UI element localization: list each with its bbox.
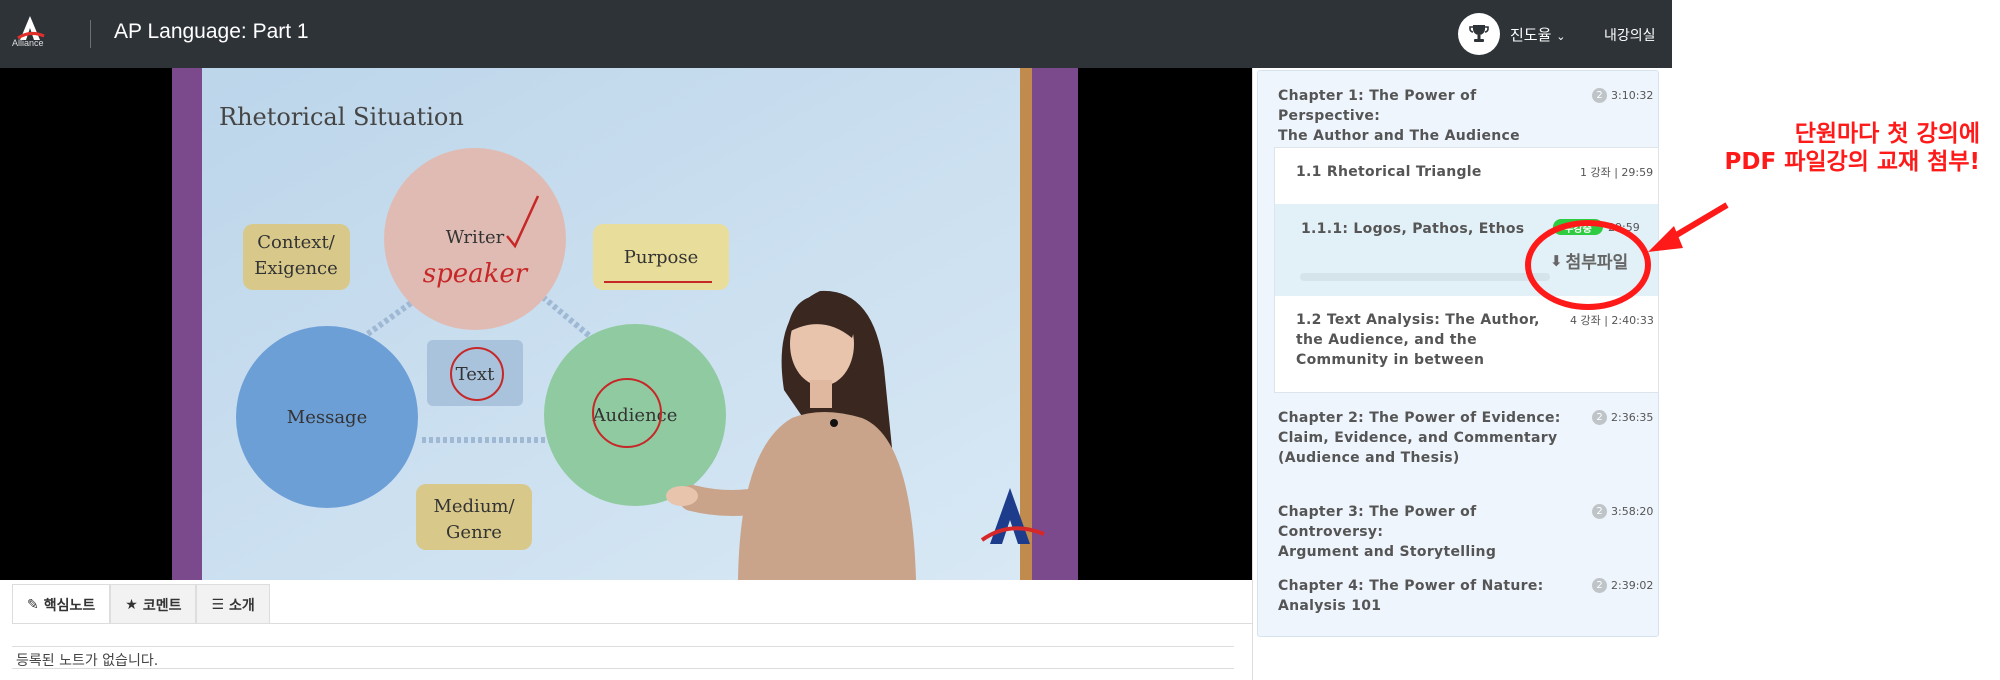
star-icon: ★ [125, 596, 138, 613]
chapter-2-duration: 2:36:35 [1611, 411, 1654, 424]
exigence-label: Exigence [254, 258, 338, 279]
section-1-1-title[interactable]: 1.1 Rhetorical Triangle [1296, 162, 1482, 182]
annotation-line-1: 단원마다 첫 강의에 [1794, 121, 1980, 147]
tab-key-notes-label: 핵심노트 [43, 597, 96, 614]
frame-edge [1020, 68, 1032, 580]
lesson-1-1-1-title[interactable]: 1.1.1: Logos, Pathos, Ethos [1301, 219, 1524, 239]
chapter-2-meta: 2 2:36:35 [1592, 410, 1653, 425]
list-icon: ☰ [211, 596, 225, 613]
video-player[interactable]: Rhetorical Situation Writer speaker Cont… [0, 68, 1252, 580]
annotation-callout: 단원마다 첫 강의에 PDF 파일강의 교재 첨부! [1600, 120, 1980, 176]
lesson-status-badge: 수강중 [1553, 219, 1603, 235]
header-divider [90, 20, 91, 48]
tab-comments-label: 코멘트 [142, 597, 182, 614]
lecture-count-badge: 2 [1592, 410, 1607, 425]
medium-label: Medium/ [433, 496, 515, 517]
lesson-1-1-1-duration: 29:59 [1608, 221, 1640, 234]
tab-key-notes[interactable]: ✎ 핵심노트 [12, 584, 111, 624]
course-title: AP Language: Part 1 [114, 20, 309, 43]
text-label: Text [456, 364, 495, 385]
slide-title: Rhetorical Situation [219, 103, 464, 131]
chapter-3-meta: 2 3:58:20 [1592, 504, 1653, 519]
tab-comments[interactable]: ★ 코멘트 [110, 584, 197, 624]
progress-label: 진도율 [1510, 26, 1552, 44]
app-root: Alliance AP Language: Part 1 진도율 ⌄ 내강의실 [0, 0, 2000, 680]
attachment-label: 첨부파일 [1565, 253, 1629, 273]
chapter-4-title[interactable]: Chapter 4: The Power of Nature: Analysis… [1278, 576, 1578, 616]
notes-divider-bottom [12, 668, 1234, 669]
chapter-1-meta: 2 3:10:32 [1592, 88, 1653, 103]
chapter-3-duration: 3:58:20 [1611, 505, 1654, 518]
chapter-1-title[interactable]: Chapter 1: The Power of Perspective: The… [1278, 86, 1578, 146]
sidebar-border [1252, 68, 1253, 680]
notes-divider-top [12, 646, 1234, 647]
slide-illustration: Rhetorical Situation Writer speaker Cont… [172, 68, 1078, 580]
lecture-count-badge: 2 [1592, 504, 1607, 519]
audience-label: Audience [592, 405, 678, 426]
chapter-4-duration: 2:39:02 [1611, 579, 1654, 592]
progress-dropdown[interactable]: 진도율 ⌄ [1510, 24, 1565, 45]
annotation-line-2: PDF 파일강의 교재 첨부! [1724, 149, 1980, 175]
context-label: Context/ [257, 232, 335, 253]
logo-text: Alliance [12, 38, 44, 48]
chapter-3-title[interactable]: Chapter 3: The Power of Controversy: Arg… [1278, 502, 1578, 562]
message-label: Message [287, 407, 367, 428]
section-1-2-meta: 4 강좌 | 2:40:33 [1570, 314, 1654, 327]
speaker-handwriting: speaker [423, 259, 529, 289]
lecture-count-badge: 2 [1592, 88, 1607, 103]
writer-label: Writer [446, 227, 505, 248]
edit-icon: ✎ [27, 596, 39, 613]
tab-divider [12, 623, 1252, 624]
right-wall [1024, 68, 1078, 580]
annotation-arrow-shaft [1666, 202, 1729, 243]
left-wall [172, 68, 202, 580]
alliance-logo-icon[interactable] [12, 14, 48, 54]
lecture-video-frame[interactable]: Rhetorical Situation Writer speaker Cont… [172, 68, 1078, 580]
chapter-4-meta: 2 2:39:02 [1592, 578, 1653, 593]
attachment-download-button[interactable]: ⬇ 첨부파일 [1550, 248, 1629, 274]
download-icon: ⬇ [1550, 251, 1563, 270]
tab-introduction-label: 소개 [229, 597, 255, 614]
purpose-label: Purpose [624, 247, 699, 268]
chevron-down-icon: ⌄ [1556, 30, 1566, 43]
my-classroom-link[interactable]: 내강의실 [1604, 25, 1656, 45]
section-1-2-title[interactable]: 1.2 Text Analysis: The Author, the Audie… [1296, 310, 1546, 370]
trophy-icon[interactable] [1458, 13, 1500, 55]
lesson-progress-bar [1300, 273, 1550, 281]
lecture-count-badge: 2 [1592, 578, 1607, 593]
chapter-2-title[interactable]: Chapter 2: The Power of Evidence: Claim,… [1278, 408, 1578, 468]
genre-label: Genre [446, 522, 502, 543]
chapter-1-duration: 3:10:32 [1611, 89, 1654, 102]
tab-introduction[interactable]: ☰ 소개 [196, 584, 270, 624]
content-tabs: ✎ 핵심노트 ★ 코멘트 ☰ 소개 [12, 584, 270, 624]
notes-empty-message: 등록된 노트가 없습니다. [16, 653, 159, 669]
top-navigation-bar: Alliance AP Language: Part 1 진도율 ⌄ 내강의실 [0, 0, 1672, 68]
